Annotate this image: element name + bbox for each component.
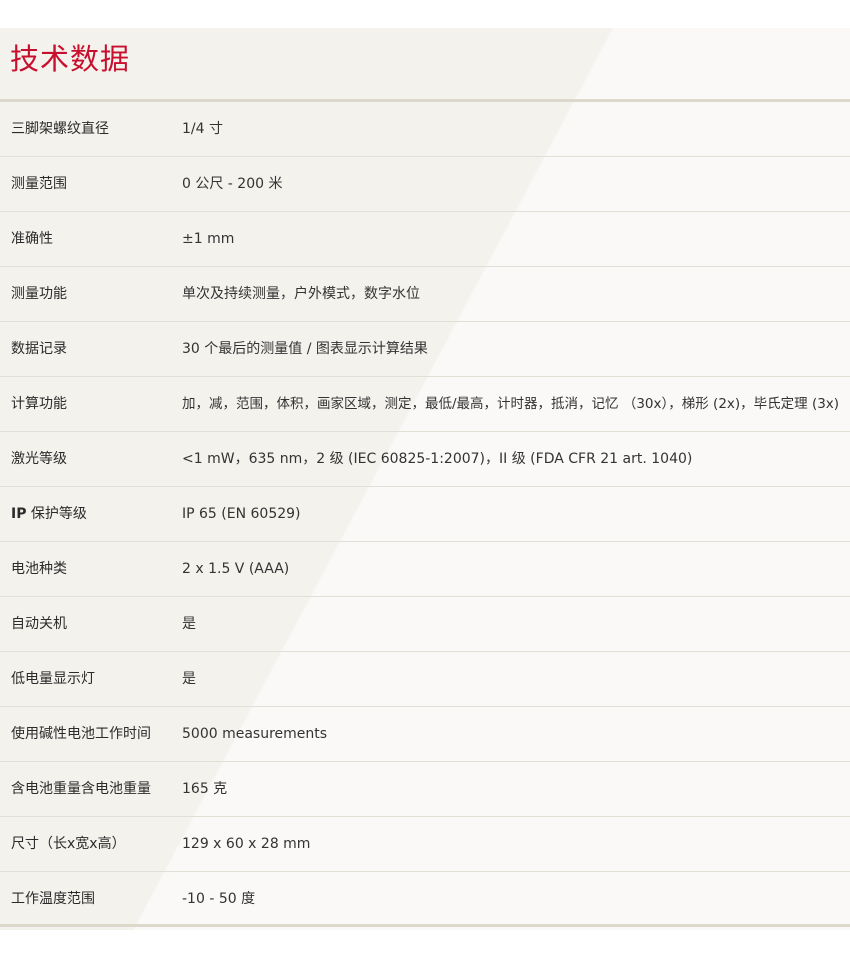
spec-value: 是: [182, 616, 196, 632]
spec-label: 计算功能: [11, 396, 67, 412]
spec-value: 5000 measurements: [182, 726, 328, 742]
spec-label: 电池种类: [11, 561, 67, 577]
spec-value: IP 65 (EN 60529): [182, 506, 301, 522]
spec-row: 电池种类 2 x 1.5 V (AAA): [0, 542, 850, 597]
spec-row: 尺寸（长x宽x高） 129 x 60 x 28 mm: [0, 817, 850, 872]
spec-label: 测量范围: [11, 176, 67, 192]
spec-label: 工作温度范围: [11, 891, 95, 907]
spec-value: 单次及持续测量，户外模式，数字水位: [182, 286, 420, 302]
spec-value: 2 x 1.5 V (AAA): [182, 561, 290, 577]
spec-label-rest: 保护等级: [26, 506, 87, 522]
spec-value: 129 x 60 x 28 mm: [182, 836, 311, 852]
spec-label: 尺寸（长x宽x高）: [11, 836, 126, 852]
spec-label-lead: IP: [11, 506, 27, 522]
spec-panel: 技术数据 三脚架螺纹直径 1/4 寸 测量范围 0 公尺 - 200 米 准确性…: [0, 28, 850, 930]
spec-label: 数据记录: [11, 341, 67, 357]
bottom-divider: [0, 924, 850, 927]
spec-row: 测量功能 单次及持续测量，户外模式，数字水位: [0, 267, 850, 322]
spec-value: 加，减，范围，体积，画家区域，测定，最低/最高，计时器，抵消，记忆 （30x），…: [182, 396, 840, 412]
spec-value: 30 个最后的测量值 / 图表显示计算结果: [182, 341, 428, 357]
spec-label: 低电量显示灯: [11, 671, 95, 687]
spec-value: 165 克: [182, 781, 228, 797]
spec-row: 测量范围 0 公尺 - 200 米: [0, 157, 850, 212]
spec-row: 准确性 ±1 mm: [0, 212, 850, 267]
spec-row: 自动关机 是: [0, 597, 850, 652]
spec-row: 数据记录 30 个最后的测量值 / 图表显示计算结果: [0, 322, 850, 377]
spec-label: IP 保护等级: [11, 487, 87, 541]
spec-label: 三脚架螺纹直径: [11, 121, 109, 137]
spec-value: -10 - 50 度: [182, 891, 256, 907]
spec-row: 低电量显示灯 是: [0, 652, 850, 707]
spec-row: 计算功能 加，减，范围，体积，画家区域，测定，最低/最高，计时器，抵消，记忆 （…: [0, 377, 850, 432]
spec-value: ±1 mm: [182, 231, 235, 247]
spec-row: 使用碱性电池工作时间 5000 measurements: [0, 707, 850, 762]
spec-label: 准确性: [11, 231, 53, 247]
spec-row: 含电池重量含电池重量 165 克: [0, 762, 850, 817]
spec-label: 使用碱性电池工作时间: [11, 726, 151, 742]
spec-value: <1 mW，635 nm，2 级 (IEC 60825-1:2007)，II 级…: [182, 451, 693, 467]
spec-row: 三脚架螺纹直径 1/4 寸: [0, 102, 850, 157]
spec-value: 是: [182, 671, 196, 687]
spec-table: 三脚架螺纹直径 1/4 寸 测量范围 0 公尺 - 200 米 准确性 ±1 m…: [0, 102, 850, 926]
spec-row: 激光等级 <1 mW，635 nm，2 级 (IEC 60825-1:2007)…: [0, 432, 850, 487]
spec-label: 自动关机: [11, 616, 67, 632]
page-title: 技术数据: [10, 42, 131, 76]
spec-label: 激光等级: [11, 451, 67, 467]
spec-label: 含电池重量含电池重量: [11, 781, 151, 797]
spec-label: 测量功能: [11, 286, 67, 302]
spec-value: 0 公尺 - 200 米: [182, 176, 283, 192]
spec-row: IP 保护等级 IP 65 (EN 60529): [0, 487, 850, 542]
spec-row: 工作温度范围 -10 - 50 度: [0, 872, 850, 926]
spec-value: 1/4 寸: [182, 121, 223, 137]
